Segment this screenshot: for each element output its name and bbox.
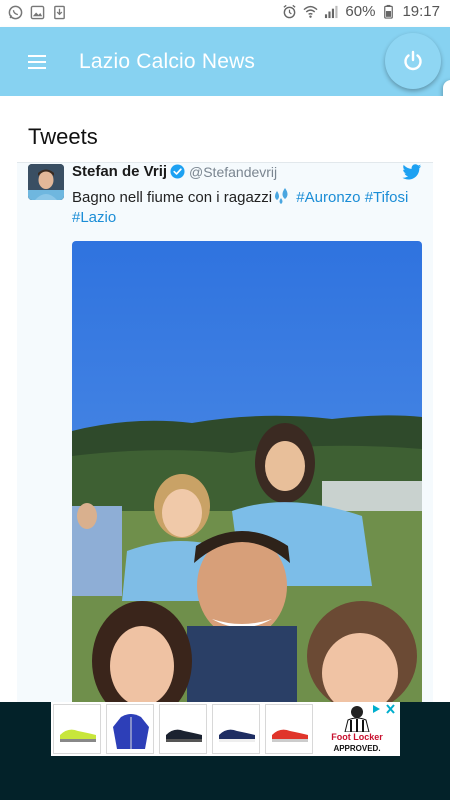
tweet-text: Bagno nell fiume con i ragazzi #Auronzo …	[72, 187, 427, 228]
ad-bar: Foot Locker APPROVED.	[0, 702, 450, 800]
ad-product-sneaker-yellow[interactable]	[53, 704, 101, 754]
sneaker-icon	[60, 729, 96, 742]
notification-icons	[8, 5, 67, 20]
ad-banner[interactable]: Foot Locker APPROVED.	[51, 702, 400, 756]
status-bar: 60% 19:17	[0, 0, 450, 27]
avatar[interactable]	[28, 164, 64, 200]
ad-product-sneaker-red[interactable]	[265, 704, 313, 754]
sneaker-icon	[219, 729, 255, 742]
power-button[interactable]	[385, 33, 441, 89]
clock: 19:17	[402, 3, 440, 20]
main-content[interactable]: Tweets Stefan de Vrij @Stefandevrij Bagn…	[0, 96, 450, 702]
whatsapp-icon	[8, 5, 23, 20]
tweet-body-text: Bagno nell fiume con i ragazzi	[72, 189, 273, 206]
verified-badge-icon	[170, 164, 185, 179]
ad-product-jacket-blue[interactable]	[106, 704, 154, 754]
app-title: Lazio Calcio News	[79, 50, 256, 73]
app-bar: Lazio Calcio News	[0, 27, 450, 96]
signal-icon	[325, 5, 338, 19]
ad-product-sneaker-navy[interactable]	[212, 704, 260, 754]
hashtag-link[interactable]: #Tifosi	[365, 189, 409, 206]
gallery-icon	[30, 5, 45, 20]
tweet-photo-image	[72, 241, 422, 702]
sneaker-icon	[272, 729, 308, 742]
sneaker-icon	[166, 729, 202, 742]
hashtag-link[interactable]: #Lazio	[72, 209, 116, 226]
twitter-bird-icon[interactable]	[402, 164, 422, 181]
tweet-author-name[interactable]: Stefan de Vrij	[72, 163, 167, 180]
power-icon	[404, 50, 422, 71]
tweet-author-handle[interactable]: @Stefandevrij	[189, 164, 277, 180]
battery-icon	[384, 4, 394, 19]
tweet-card[interactable]: Stefan de Vrij @Stefandevrij Bagno nell …	[17, 162, 433, 702]
hamburger-menu-icon[interactable]	[28, 55, 46, 69]
ad-choices-icon[interactable]	[369, 702, 399, 716]
hashtag-link[interactable]: #Auronzo	[296, 189, 360, 206]
system-icons: 60% 19:17	[282, 3, 440, 20]
ad-brand-name: Foot Locker	[331, 732, 383, 742]
alarm-icon	[283, 4, 296, 19]
ad-brand-tagline: APPROVED.	[333, 744, 381, 753]
section-title: Tweets	[28, 124, 98, 149]
ad-product-sneaker-black[interactable]	[159, 704, 207, 754]
avatar-image	[28, 164, 64, 200]
tweet-photo[interactable]	[72, 241, 422, 702]
download-icon	[54, 5, 65, 20]
jacket-icon	[113, 714, 149, 749]
wifi-icon	[303, 5, 318, 18]
battery-percent: 60%	[345, 3, 376, 20]
sweat-droplets-icon	[275, 188, 288, 204]
